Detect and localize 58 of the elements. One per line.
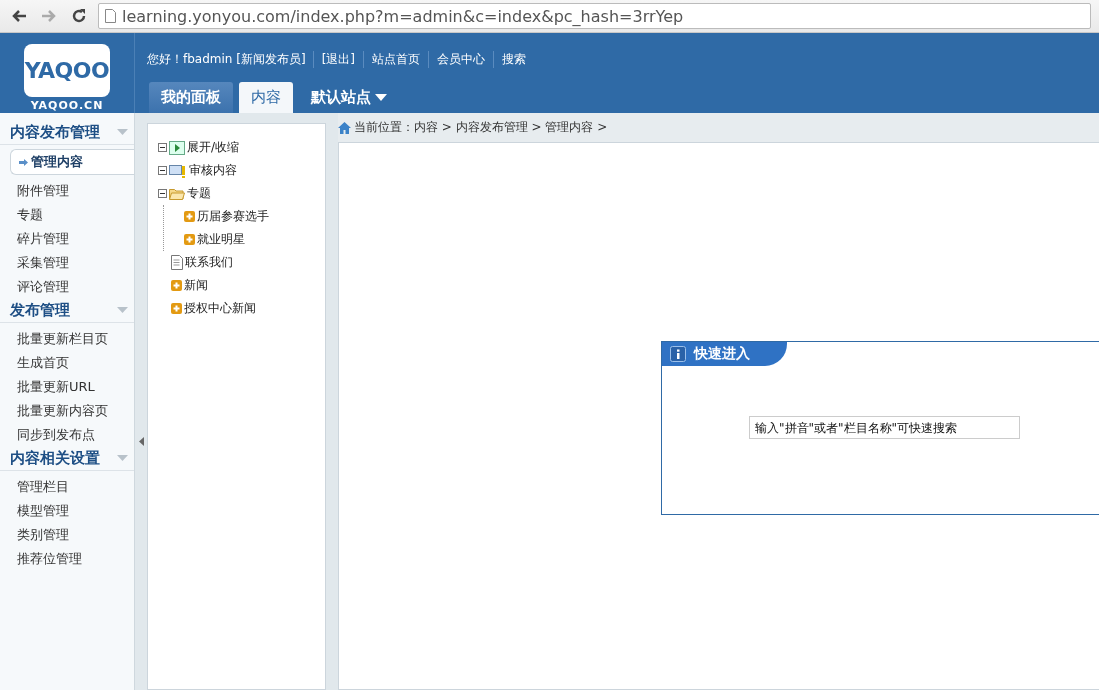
plus-icon — [171, 280, 182, 291]
collapse-icon[interactable] — [158, 166, 167, 175]
info-icon — [670, 346, 686, 362]
sidebar-item[interactable]: 管理栏目 — [0, 475, 134, 499]
header-link[interactable]: 站点首页 — [363, 51, 428, 68]
sidebar-item[interactable]: 评论管理 — [0, 275, 134, 299]
plus-icon — [171, 303, 182, 314]
caret-icon — [375, 93, 387, 102]
page-icon — [105, 9, 116, 23]
arrow-icon — [19, 158, 28, 166]
tree-item[interactable]: 新闻 — [184, 277, 208, 294]
logo: YAQOO — [24, 44, 110, 97]
tree-item[interactable]: 展开/收缩 — [187, 139, 240, 156]
sidebar-item[interactable]: 模型管理 — [0, 499, 134, 523]
header-link[interactable]: 搜索 — [493, 51, 534, 68]
folder-icon — [169, 187, 185, 200]
tree-item[interactable]: 就业明星 — [197, 231, 245, 248]
address-bar[interactable]: learning.yonyou.com/index.php?m=admin&c=index&pc_hash=3rrYep — [98, 3, 1091, 29]
header-link[interactable]: [退出] — [312, 51, 363, 68]
sidebar-item[interactable]: 管理内容 — [10, 149, 134, 175]
sidebar-item[interactable]: 类别管理 — [0, 523, 134, 547]
site-dropdown[interactable]: 默认站点 — [299, 82, 399, 113]
sidebar-item[interactable]: 推荐位管理 — [0, 547, 134, 571]
plus-icon — [184, 211, 195, 222]
sidebar-item[interactable]: 同步到发布点 — [0, 423, 134, 447]
sidebar-item[interactable]: 碎片管理 — [0, 227, 134, 251]
collapse-icon[interactable] — [158, 189, 167, 198]
tree-item[interactable]: 授权中心新闻 — [184, 300, 256, 317]
sidebar-heading: 内容相关设置 — [10, 449, 100, 468]
sidebar-item[interactable]: 专题 — [0, 203, 134, 227]
tree-item[interactable]: 历届参赛选手 — [197, 208, 269, 225]
logo-caption: YAQOO.CN — [30, 99, 104, 112]
sidebar-item[interactable]: 附件管理 — [0, 179, 134, 203]
nav-tab[interactable]: 内容 — [239, 82, 293, 113]
sidebar-item[interactable]: 批量更新内容页 — [0, 399, 134, 423]
tree-item[interactable]: 审核内容 — [189, 162, 237, 179]
sidebar-item[interactable]: 批量更新URL — [0, 375, 134, 399]
tree-item[interactable]: 联系我们 — [185, 254, 233, 271]
tree-item[interactable]: 专题 — [187, 185, 211, 202]
plus-icon — [184, 234, 195, 245]
home-icon[interactable] — [338, 121, 351, 134]
monitor-icon — [169, 163, 187, 178]
sidebar-item[interactable]: 批量更新栏目页 — [0, 327, 134, 351]
url-text: learning.yonyou.com/index.php?m=admin&c=index&pc_hash=3rrYep — [122, 6, 684, 26]
sidebar-heading: 内容发布管理 — [10, 123, 100, 142]
expand-icon — [169, 140, 185, 155]
collapse-sidebar-icon[interactable] — [138, 437, 144, 446]
collapse-icon[interactable] — [158, 143, 167, 152]
header-link[interactable]: 会员中心 — [428, 51, 493, 68]
greeting-text: 您好！fbadmin [新闻发布员] — [147, 51, 307, 68]
breadcrumb: 当前位置：内容 > 内容发布管理 > 管理内容 > — [354, 119, 608, 136]
sidebar-heading: 发布管理 — [10, 301, 70, 320]
search-field[interactable]: 输入"拼音"或者"栏目名称"可快速搜索 — [749, 416, 1020, 439]
nav-tab[interactable]: 我的面板 — [149, 82, 233, 113]
panel-title: 快速进入 — [694, 345, 750, 363]
sidebar-item[interactable]: 生成首页 — [0, 351, 134, 375]
sidebar-item[interactable]: 采集管理 — [0, 251, 134, 275]
document-icon — [171, 255, 183, 270]
